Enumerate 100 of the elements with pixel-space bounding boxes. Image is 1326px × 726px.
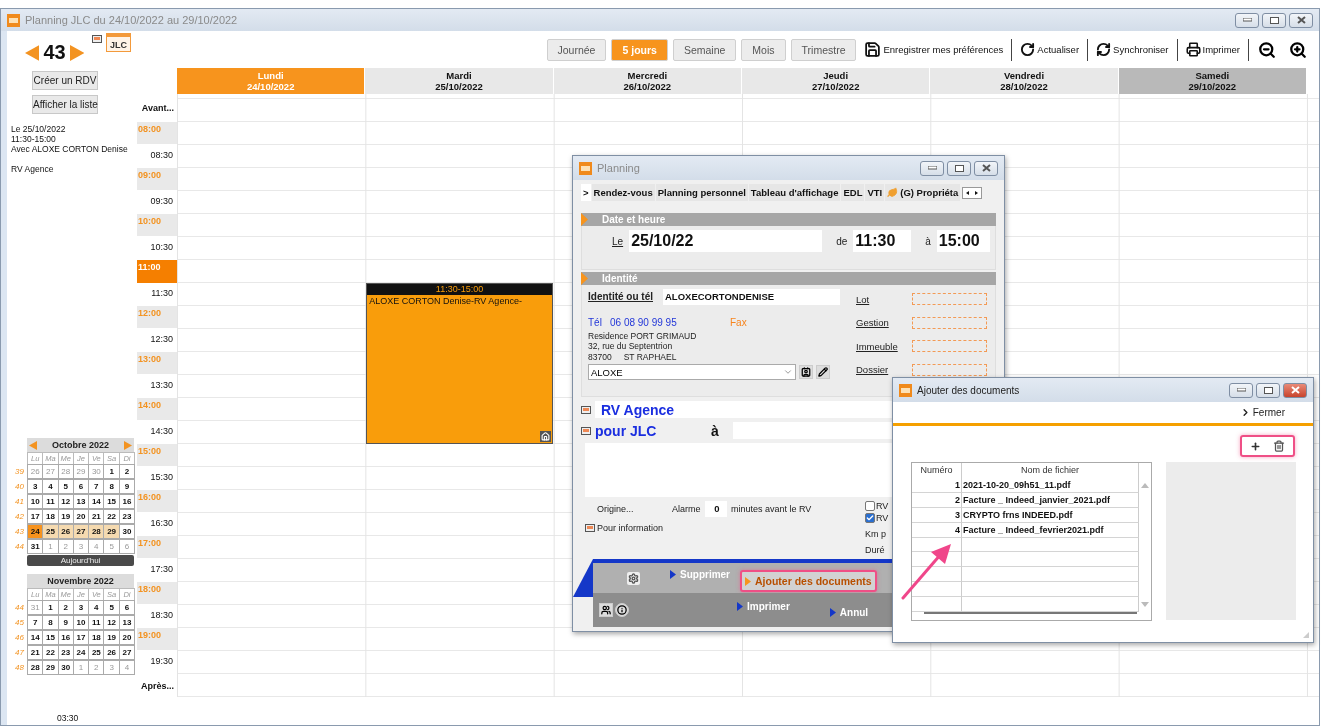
alarm-field[interactable]: 0 bbox=[705, 501, 727, 517]
calendar-day[interactable]: 26 bbox=[103, 645, 120, 660]
checkbox[interactable] bbox=[865, 513, 875, 523]
calendar-day[interactable]: 19 bbox=[103, 630, 120, 645]
calendar-day[interactable]: 8 bbox=[103, 479, 120, 494]
calendar-day[interactable]: 17 bbox=[27, 509, 44, 524]
reference-field[interactable] bbox=[912, 340, 987, 353]
calendar-day[interactable]: 22 bbox=[42, 645, 59, 660]
reference-field[interactable] bbox=[912, 293, 987, 306]
table-cell: 4 bbox=[912, 522, 962, 538]
tab[interactable]: EDL bbox=[841, 184, 865, 201]
close-button[interactable] bbox=[1289, 12, 1313, 28]
contact-select[interactable]: ALOXE bbox=[588, 364, 796, 380]
calendar-day[interactable]: 7 bbox=[88, 479, 105, 494]
tab[interactable]: Tableau d'affichage bbox=[748, 184, 841, 201]
back-arrow-icon[interactable] bbox=[573, 559, 593, 599]
calendar-day[interactable]: 1 bbox=[103, 464, 120, 479]
add-icon[interactable] bbox=[1250, 440, 1261, 452]
calendar-day[interactable]: 1 bbox=[42, 600, 59, 615]
calendar-day[interactable]: 18 bbox=[42, 509, 59, 524]
calendar-day[interactable]: 28 bbox=[88, 524, 105, 539]
home-button[interactable] bbox=[539, 431, 551, 442]
calendar-day[interactable]: 3 bbox=[27, 479, 44, 494]
resize-grip-icon[interactable] bbox=[1302, 631, 1310, 639]
calendar-day[interactable]: 8 bbox=[42, 615, 59, 630]
end-time-field[interactable]: 15:00 bbox=[936, 230, 990, 252]
appointment-note: RV Agence bbox=[11, 164, 55, 174]
calendar-day[interactable]: 15 bbox=[103, 494, 120, 509]
maximize-button[interactable] bbox=[947, 160, 971, 176]
calendar-day[interactable]: 29 bbox=[42, 660, 59, 675]
calendar-day[interactable]: 25 bbox=[42, 524, 59, 539]
maximize-button[interactable] bbox=[1256, 382, 1280, 398]
gear-button[interactable] bbox=[627, 571, 640, 585]
delete-icon[interactable] bbox=[1273, 440, 1285, 452]
week-number: 46 bbox=[14, 632, 25, 644]
tab[interactable]: Planning personnel bbox=[655, 184, 748, 201]
zoom-out-icon[interactable] bbox=[1258, 40, 1276, 59]
check-icon bbox=[866, 514, 874, 522]
reference-field[interactable] bbox=[912, 363, 987, 376]
calendar-day[interactable]: 11 bbox=[88, 615, 105, 630]
calendar-day[interactable]: 4 bbox=[42, 479, 59, 494]
triangle-icon bbox=[745, 576, 751, 586]
edit-button[interactable] bbox=[816, 365, 830, 379]
calendar-day[interactable]: 14 bbox=[27, 630, 44, 645]
appointment-block[interactable]: 11:30-15:00 ALOXE CORTON Denise-RV Agence- bbox=[366, 283, 553, 444]
close-button[interactable] bbox=[974, 160, 998, 176]
tab[interactable]: VTI bbox=[865, 184, 885, 201]
calendar-day[interactable]: 12 bbox=[103, 615, 120, 630]
refresh-button[interactable]: Actualiser bbox=[1017, 42, 1083, 57]
calendar-day[interactable]: 31 bbox=[27, 539, 44, 554]
calendar-day[interactable]: 5 bbox=[103, 600, 120, 615]
create-appointment-button[interactable]: Créer un RDV bbox=[32, 71, 98, 90]
calendar-day[interactable]: 18 bbox=[88, 630, 105, 645]
view-button[interactable]: Semaine bbox=[672, 38, 737, 61]
calendar-day[interactable]: 28 bbox=[27, 660, 44, 675]
show-list-button[interactable]: Afficher la liste bbox=[32, 95, 98, 114]
reference-link[interactable]: Gestion bbox=[856, 317, 912, 329]
contact-book-button[interactable] bbox=[799, 365, 813, 379]
end-label: à bbox=[925, 235, 931, 247]
reference-link[interactable]: Immeuble bbox=[856, 340, 912, 352]
close-button[interactable] bbox=[1283, 382, 1307, 398]
calendar-day[interactable]: 22 bbox=[103, 509, 120, 524]
calendar-day[interactable]: 7 bbox=[27, 615, 44, 630]
today-button[interactable]: Aujourd'hui bbox=[27, 555, 135, 566]
calendar-day[interactable]: 25 bbox=[88, 645, 105, 660]
calendar-day[interactable]: 21 bbox=[27, 645, 44, 660]
view-button[interactable]: Mois bbox=[741, 38, 786, 61]
print-button[interactable]: Imprimer bbox=[1182, 42, 1243, 57]
info-button[interactable] bbox=[615, 603, 629, 617]
tab-scroll-control[interactable] bbox=[962, 186, 983, 199]
maximize-button[interactable] bbox=[1262, 12, 1286, 28]
checkbox[interactable] bbox=[865, 501, 875, 511]
reference-field[interactable] bbox=[912, 316, 987, 329]
start-time-field[interactable]: 11:30 bbox=[853, 230, 912, 252]
minimize-icon bbox=[927, 166, 937, 170]
calendar-day[interactable]: 29 bbox=[103, 524, 120, 539]
people-button[interactable] bbox=[599, 603, 613, 617]
identity-field[interactable]: ALOXECORTONDENISE bbox=[663, 289, 840, 305]
tab[interactable]: (G) Propriéta bbox=[885, 184, 961, 201]
calendar-day[interactable]: 11 bbox=[42, 494, 59, 509]
reference-link[interactable]: Dossier bbox=[856, 364, 912, 376]
tab[interactable]: > bbox=[581, 184, 591, 201]
calendar-day[interactable]: 10 bbox=[27, 494, 44, 509]
calendar-day[interactable]: 14 bbox=[88, 494, 105, 509]
close-link[interactable]: Fermer bbox=[1233, 406, 1291, 419]
calendar-day[interactable]: 21 bbox=[88, 509, 105, 524]
zoom-in-icon[interactable] bbox=[1289, 40, 1307, 59]
reference-link[interactable]: Lot bbox=[856, 293, 912, 305]
save-button[interactable]: Enregistrer mes préférences bbox=[861, 41, 1007, 58]
tab[interactable]: Rendez-vous bbox=[591, 184, 655, 201]
calendar-day[interactable]: 4 bbox=[88, 600, 105, 615]
view-button[interactable]: Trimestre bbox=[790, 38, 857, 61]
horizontal-scrollbar[interactable] bbox=[924, 612, 1137, 615]
date-field[interactable]: 25/10/22 bbox=[629, 230, 823, 252]
calendar-day[interactable]: 24 bbox=[27, 524, 44, 539]
day-date: 24/10/2022 bbox=[246, 81, 295, 92]
calendar-day[interactable]: 15 bbox=[42, 630, 59, 645]
sync-button[interactable]: Synchroniser bbox=[1093, 42, 1172, 57]
view-button[interactable]: Journée bbox=[546, 38, 607, 61]
agenda-badge[interactable]: JLC bbox=[106, 33, 132, 52]
